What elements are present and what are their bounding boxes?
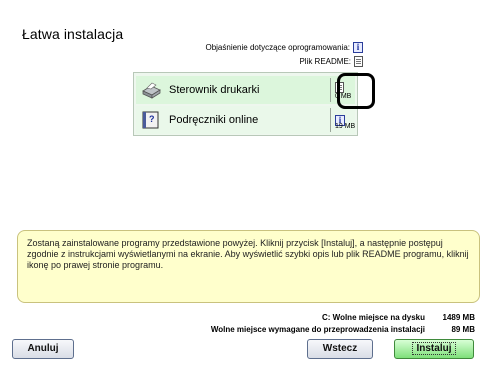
disk-required-value: 89 MB: [451, 325, 475, 334]
highlight-ring: [337, 73, 375, 109]
item-divider: [330, 78, 331, 102]
disk-free-label: C: Wolne miejsce na dysku: [322, 313, 425, 322]
back-button[interactable]: Wstecz: [307, 339, 373, 359]
disk-required-row: Wolne miejsce wymagane do przeprowadzeni…: [211, 325, 475, 334]
svg-text:?: ?: [149, 114, 155, 124]
install-button[interactable]: Instaluj: [394, 339, 474, 359]
legend-info-row: Objaśnienie dotyczące oprogramowania: i: [205, 42, 363, 53]
legend-info-label: Objaśnienie dotyczące oprogramowania:: [205, 43, 350, 52]
install-button-label: Instaluj: [412, 342, 456, 355]
list-item-label: Sterownik drukarki: [169, 84, 260, 96]
software-list: Sterownik drukarki 0 MB ? Podręczniki on…: [133, 72, 358, 136]
item-size: 19 MB: [335, 123, 356, 130]
disk-free-row: C: Wolne miejsce na dysku 1489 MB: [322, 313, 475, 322]
manual-book-icon: ?: [142, 111, 159, 129]
cancel-button[interactable]: Anuluj: [12, 339, 74, 359]
list-item-label: Podręczniki online: [169, 114, 259, 126]
readme-file-icon: [354, 56, 363, 67]
description-panel: Zostaną zainstalowane programy przedstaw…: [17, 230, 480, 303]
printer-icon: [142, 82, 161, 99]
disk-free-value: 1489 MB: [442, 313, 475, 322]
legend-readme-label: Plik README:: [299, 57, 351, 66]
list-item-online-manuals[interactable]: ? Podręczniki online i 19 MB: [136, 106, 355, 134]
legend-readme-row: Plik README:: [299, 56, 363, 67]
item-divider: [330, 108, 331, 132]
disk-required-label: Wolne miejsce wymagane do przeprowadzeni…: [210, 325, 425, 334]
list-item-printer-driver[interactable]: Sterownik drukarki 0 MB: [136, 76, 355, 104]
info-icon: i: [353, 42, 363, 53]
page-title: Łatwa instalacja: [22, 26, 124, 42]
